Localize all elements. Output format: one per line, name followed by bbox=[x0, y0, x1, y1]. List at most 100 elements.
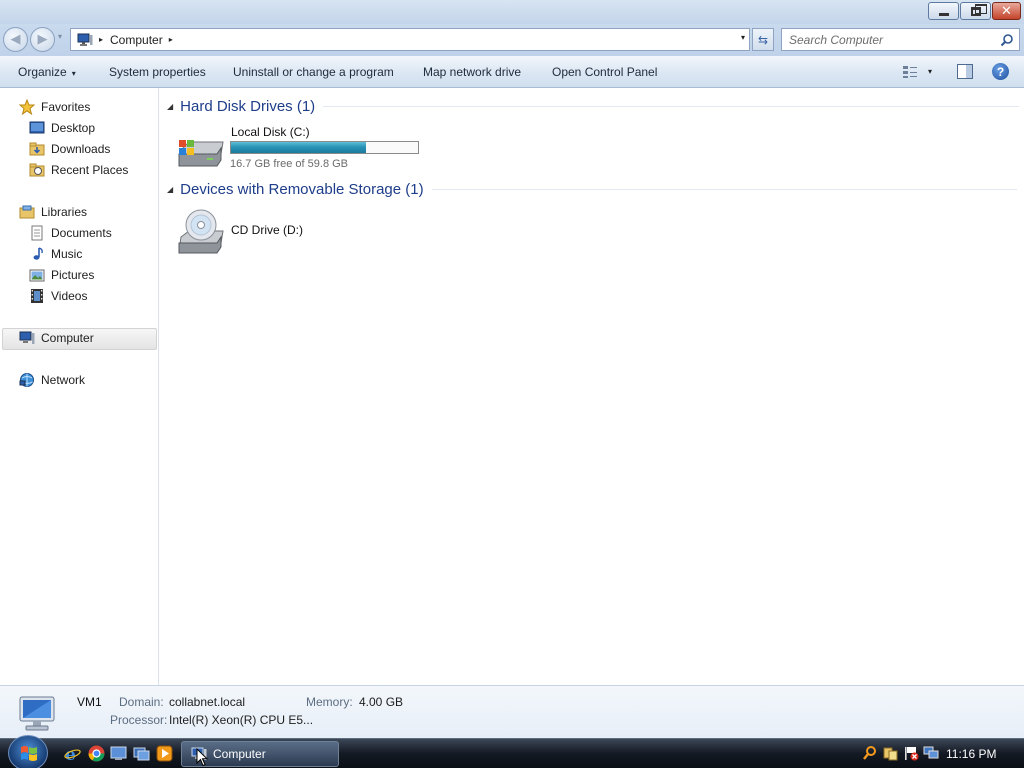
sidebar-item-label: Music bbox=[51, 247, 83, 261]
group-header-removable-storage[interactable]: ◢ Devices with Removable Storage (1) bbox=[167, 181, 1017, 198]
taskbar: e Computer 11:16 PM bbox=[0, 735, 1024, 768]
drive-name: CD Drive (D:) bbox=[231, 223, 303, 237]
group-header-hard-disk-drives[interactable]: ◢ Hard Disk Drives (1) bbox=[167, 98, 1020, 115]
pictures-icon bbox=[29, 269, 45, 282]
file-view: ◢ Hard Disk Drives (1) Local Disk (C:) 1… bbox=[160, 88, 1024, 685]
videos-icon bbox=[31, 289, 43, 303]
sidebar-item-label: Videos bbox=[51, 289, 88, 303]
back-arrow-icon: ◀ bbox=[10, 32, 21, 47]
sidebar-item-desktop[interactable]: Desktop bbox=[29, 118, 95, 138]
group-divider bbox=[323, 106, 1020, 107]
uninstall-program-button[interactable]: Uninstall or change a program bbox=[233, 65, 394, 79]
sidebar-item-computer[interactable]: Computer bbox=[19, 328, 94, 348]
system-properties-button[interactable]: System properties bbox=[109, 65, 206, 79]
window-controls: ✕ bbox=[928, 2, 1021, 20]
memory-label: Memory: bbox=[306, 695, 353, 709]
help-button[interactable]: ? bbox=[992, 63, 1009, 80]
breadcrumb-separator[interactable]: ▸ bbox=[169, 35, 173, 44]
search-box[interactable] bbox=[781, 28, 1020, 51]
sidebar-item-favorites[interactable]: Favorites bbox=[19, 97, 90, 117]
address-row: ◀ ▶ ▾ ▸ Computer ▸ ▾ ⇆ bbox=[0, 24, 1024, 56]
breadcrumb-computer[interactable]: Computer bbox=[110, 33, 163, 47]
taskbar-button-label: Computer bbox=[213, 747, 266, 761]
processor-label: Processor: bbox=[110, 713, 168, 727]
organize-button[interactable]: Organize ▾ bbox=[18, 65, 76, 79]
sidebar-item-music[interactable]: Music bbox=[29, 244, 82, 264]
flag-alert-icon[interactable] bbox=[903, 745, 919, 761]
action-center-icon[interactable] bbox=[882, 745, 898, 761]
open-control-panel-button[interactable]: Open Control Panel bbox=[552, 65, 657, 79]
refresh-button[interactable]: ⇆ bbox=[752, 28, 774, 51]
music-note-icon bbox=[33, 247, 43, 260]
sidebar-item-libraries[interactable]: Libraries bbox=[19, 202, 87, 222]
mouse-cursor-icon bbox=[196, 748, 208, 767]
computer-icon bbox=[19, 331, 35, 344]
close-button[interactable]: ✕ bbox=[992, 2, 1021, 20]
maximize-button[interactable] bbox=[960, 2, 991, 20]
domain-value: collabnet.local bbox=[169, 695, 246, 709]
sidebar-item-label: Recent Places bbox=[51, 163, 129, 177]
minimize-button[interactable] bbox=[928, 2, 959, 20]
processor-value: Intel(R) Xeon(R) CPU E5... bbox=[169, 713, 314, 727]
sidebar-item-label: Pictures bbox=[51, 268, 95, 282]
breadcrumb-separator[interactable]: ▸ bbox=[99, 35, 103, 44]
address-bar[interactable]: ▸ Computer ▸ ▾ bbox=[70, 28, 750, 51]
cd-drive-icon bbox=[178, 209, 224, 254]
desktop-icon bbox=[29, 121, 45, 134]
show-desktop-icon[interactable] bbox=[110, 745, 127, 762]
collapse-triangle-icon: ◢ bbox=[167, 102, 174, 111]
change-view-icon[interactable] bbox=[902, 65, 918, 79]
details-pane: VM1 Domain: collabnet.local Memory: 4.00… bbox=[0, 685, 1024, 738]
domain-label: Domain: bbox=[119, 695, 164, 709]
drive-free-space: 16.7 GB free of 59.8 GB bbox=[230, 158, 349, 170]
sidebar-item-documents[interactable]: Documents bbox=[29, 223, 112, 243]
windows-logo-icon bbox=[21, 746, 37, 761]
sidebar-item-pictures[interactable]: Pictures bbox=[29, 265, 94, 285]
sidebar-item-network[interactable]: Network bbox=[19, 370, 85, 390]
map-network-drive-button[interactable]: Map network drive bbox=[423, 65, 521, 79]
sidebar-item-recent-places[interactable]: Recent Places bbox=[29, 160, 128, 180]
address-dropdown[interactable]: ▾ bbox=[741, 33, 745, 42]
search-icon[interactable] bbox=[1000, 33, 1014, 47]
memory-value: 4.00 GB bbox=[359, 695, 404, 709]
back-button[interactable]: ◀ bbox=[3, 27, 28, 52]
group-title: Hard Disk Drives (1) bbox=[180, 98, 316, 115]
internet-explorer-icon[interactable]: e bbox=[64, 745, 81, 762]
star-icon bbox=[19, 99, 35, 115]
sidebar-item-label: Favorites bbox=[41, 100, 91, 114]
restore-icon bbox=[970, 3, 987, 16]
sidebar-item-downloads[interactable]: Downloads bbox=[29, 139, 110, 159]
sidebar-item-videos[interactable]: Videos bbox=[29, 286, 87, 306]
group-divider bbox=[431, 189, 1017, 190]
drive-name: Local Disk (C:) bbox=[231, 125, 310, 139]
libraries-icon bbox=[19, 205, 35, 219]
clock[interactable]: 11:16 PM bbox=[946, 747, 996, 761]
drive-cd-d[interactable]: CD Drive (D:) bbox=[160, 204, 360, 256]
recent-pages-dropdown[interactable]: ▾ bbox=[58, 32, 62, 41]
search-input[interactable] bbox=[789, 32, 999, 47]
sidebar-item-label: Downloads bbox=[51, 142, 111, 156]
search-tray-icon[interactable] bbox=[862, 745, 878, 761]
command-bar: Organize ▾ System properties Uninstall or… bbox=[0, 56, 1024, 88]
forward-arrow-icon: ▶ bbox=[37, 32, 48, 47]
start-button[interactable] bbox=[8, 735, 48, 768]
recent-places-icon bbox=[29, 163, 45, 177]
chrome-icon[interactable] bbox=[88, 745, 105, 762]
view-options-dropdown[interactable]: ▾ bbox=[928, 67, 932, 76]
collapse-triangle-icon: ◢ bbox=[167, 185, 174, 194]
media-player-icon[interactable] bbox=[156, 745, 173, 762]
sidebar-item-label: Documents bbox=[51, 226, 112, 240]
disk-usage-fill bbox=[231, 142, 366, 153]
switch-windows-icon[interactable] bbox=[133, 745, 150, 762]
navigation-pane: Favorites Desktop Downloads Recent Place… bbox=[0, 88, 159, 685]
sidebar-item-label: Computer bbox=[41, 331, 94, 345]
computer-name: VM1 bbox=[77, 695, 102, 709]
disk-usage-bar bbox=[230, 141, 419, 154]
preview-pane-icon[interactable] bbox=[957, 64, 973, 79]
computer-icon bbox=[77, 33, 93, 46]
drive-local-disk-c[interactable]: Local Disk (C:) 16.7 GB free of 59.8 GB bbox=[160, 118, 460, 170]
documents-icon bbox=[31, 225, 43, 241]
title-bar: ✕ bbox=[0, 0, 1024, 24]
forward-button[interactable]: ▶ bbox=[30, 27, 55, 52]
network-tray-icon[interactable] bbox=[923, 745, 939, 761]
